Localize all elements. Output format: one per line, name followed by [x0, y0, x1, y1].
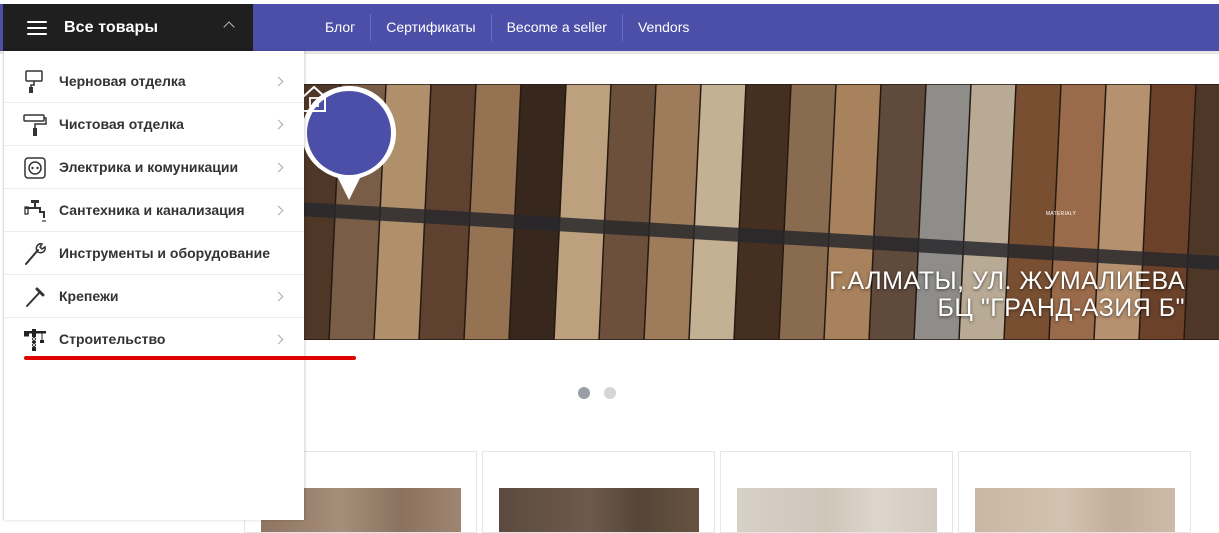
category-dropdown-menu: Черновая отделка Чистовая отделка Электр… — [3, 51, 304, 520]
product-card[interactable] — [482, 451, 715, 533]
banner-address-line-1: Г.АЛМАТЫ, УЛ. ЖУМАЛИЕВА — [829, 267, 1185, 295]
house-logo-icon — [302, 85, 326, 112]
nav-link-vendors[interactable]: Vendors — [621, 14, 704, 41]
menu-item-label: Крепежи — [59, 288, 119, 304]
chevron-right-icon — [273, 76, 284, 87]
menu-item-construction[interactable]: Строительство — [4, 318, 304, 361]
all-products-label: Все товары — [64, 18, 159, 36]
nav-link-blog[interactable]: Блог — [310, 14, 370, 41]
nav-link-become-seller[interactable]: Become a seller — [490, 14, 622, 41]
menu-item-label: Чистовая отделка — [59, 116, 184, 132]
roller-brush-icon — [23, 114, 47, 136]
banner-address-line-2: БЦ "ГРАНД-АЗИЯ Б" — [937, 294, 1185, 322]
menu-item-label: Электрика и комуникации — [59, 159, 239, 175]
menu-item-label: Сантехника и канализация — [59, 202, 245, 218]
menu-item-fine-finishing[interactable]: Чистовая отделка — [4, 103, 304, 146]
menu-item-label: Строительство — [59, 331, 166, 347]
product-card[interactable] — [958, 451, 1191, 533]
chevron-right-icon — [273, 119, 284, 130]
hamburger-menu-icon — [27, 20, 47, 35]
product-image — [975, 488, 1175, 532]
menu-item-tools[interactable]: Инструменты и оборудование — [4, 232, 304, 275]
chevron-right-icon — [273, 205, 284, 216]
nail-icon — [26, 287, 45, 307]
slider-pagination — [578, 387, 616, 399]
paint-roller-icon — [25, 70, 43, 93]
menu-item-rough-finishing[interactable]: Черновая отделка — [4, 60, 304, 103]
logo-subtitle: MATERIALY — [1045, 211, 1077, 217]
product-image — [499, 488, 699, 532]
menu-item-label: Черновая отделка — [59, 73, 186, 89]
menu-item-electrical[interactable]: Электрика и комуникации — [4, 146, 304, 189]
chevron-up-icon — [223, 21, 235, 33]
top-nav-links: Блог Сертификаты Become a seller Vendors — [310, 4, 704, 51]
crane-icon — [24, 329, 46, 351]
faucet-icon — [24, 200, 46, 222]
product-card[interactable] — [720, 451, 953, 533]
menu-item-fasteners[interactable]: Крепежи — [4, 275, 304, 318]
menu-item-plumbing[interactable]: Сантехника и канализация — [4, 189, 304, 232]
hero-banner[interactable]: MATERIALY Г.АЛМАТЫ, УЛ. ЖУМАЛИЕВА БЦ "ГР… — [300, 84, 1219, 340]
nav-link-certificates[interactable]: Сертификаты — [370, 14, 490, 41]
power-socket-icon — [24, 157, 46, 179]
slider-dot-2[interactable] — [604, 387, 616, 399]
menu-item-label: Инструменты и оборудование — [59, 245, 270, 261]
all-products-button[interactable]: Все товары — [3, 4, 253, 51]
highlight-underline — [24, 356, 356, 360]
wrench-icon — [25, 243, 46, 265]
chevron-right-icon — [273, 291, 284, 302]
slider-dot-1[interactable] — [578, 387, 590, 399]
chevron-right-icon — [273, 334, 284, 345]
chevron-right-icon — [273, 162, 284, 173]
product-image — [737, 488, 937, 532]
